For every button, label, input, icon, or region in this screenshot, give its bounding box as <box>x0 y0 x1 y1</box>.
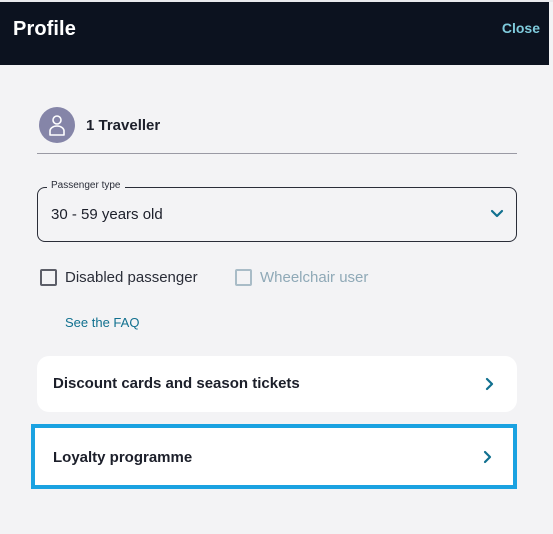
chevron-right-icon <box>485 377 494 391</box>
page-title: Profile <box>13 18 76 40</box>
avatar <box>39 107 75 143</box>
disabled-passenger-checkbox[interactable] <box>40 269 57 286</box>
traveller-count: 1 Traveller <box>86 117 161 134</box>
close-button[interactable]: Close <box>502 20 540 36</box>
loyalty-programme-label: Loyalty programme <box>53 449 193 466</box>
faq-link[interactable]: See the FAQ <box>65 315 139 330</box>
loyalty-programme-button[interactable]: Loyalty programme <box>31 424 517 489</box>
discount-cards-button[interactable]: Discount cards and season tickets <box>37 356 517 412</box>
passenger-type-legend: Passenger type <box>47 180 125 191</box>
discount-cards-label: Discount cards and season tickets <box>53 375 300 392</box>
passenger-type-select[interactable]: 30 - 59 years old <box>37 187 517 242</box>
disabled-passenger-label[interactable]: Disabled passenger <box>65 269 198 286</box>
traveller-summary: 1 Traveller <box>37 107 517 147</box>
chevron-right-icon <box>483 450 492 464</box>
passenger-type-value: 30 - 59 years old <box>51 206 163 223</box>
header-bar: Profile Close <box>0 2 549 65</box>
profile-panel: Profile Close 1 Traveller 30 - 59 years … <box>0 0 553 534</box>
divider <box>37 153 517 154</box>
person-icon <box>49 115 65 136</box>
chevron-down-icon <box>490 209 504 218</box>
wheelchair-user-label: Wheelchair user <box>260 269 369 286</box>
wheelchair-user-checkbox[interactable] <box>235 269 252 286</box>
